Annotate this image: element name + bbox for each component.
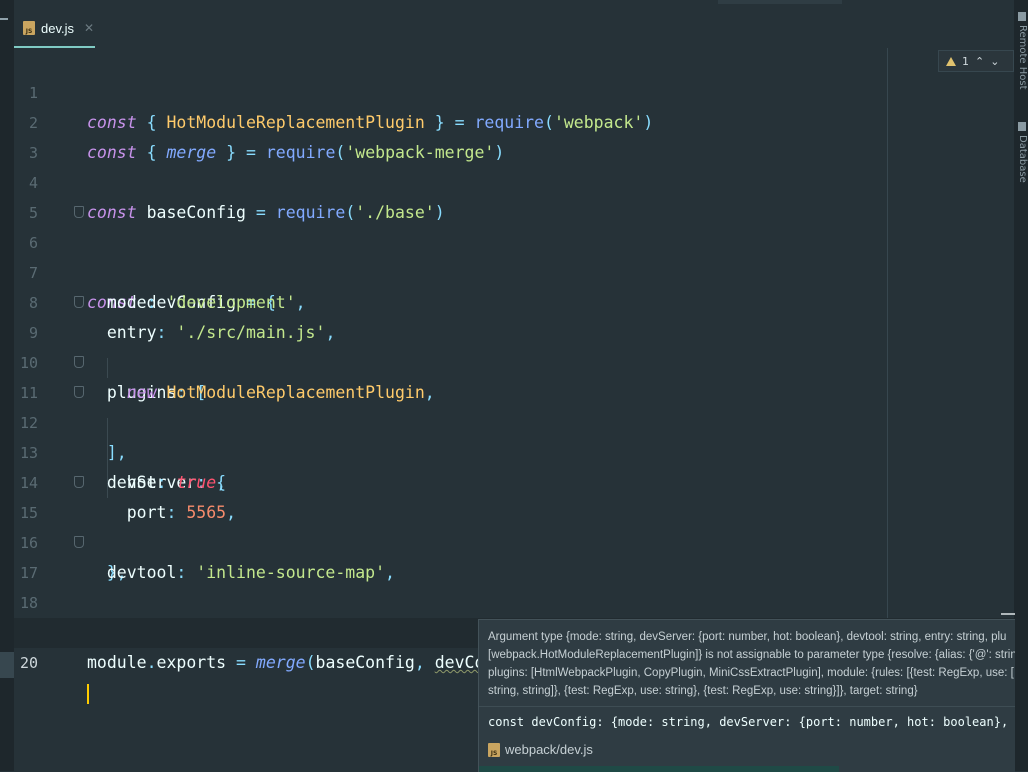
- tooltip-message-line: [webpack.HotModuleReplacementPlugin]} is…: [488, 649, 1015, 661]
- code-line[interactable]: 17 }: [14, 528, 1014, 642]
- remote-host-label: Remote Host: [1017, 25, 1028, 90]
- code-line[interactable]: 4 const baseConfig = require('./base'): [14, 138, 1014, 222]
- warning-count: 1: [962, 54, 969, 68]
- tooltip-file-link[interactable]: JS webpack/dev.js: [488, 742, 593, 757]
- code-text: module.exports = merge(baseConfig, devCo…: [87, 653, 534, 672]
- js-file-icon: JS: [23, 21, 35, 35]
- chevron-up-icon[interactable]: ⌃: [975, 55, 984, 68]
- text-caret: [87, 683, 89, 704]
- code-line[interactable]: 12 devServer: {: [14, 378, 1014, 492]
- inspection-widget[interactable]: 1 ⌃ ⌄: [938, 50, 1014, 72]
- remote-host-tool-button[interactable]: Remote Host: [1014, 12, 1028, 90]
- code-line[interactable]: 13 hot: true,: [14, 408, 1014, 492]
- code-line[interactable]: 1 const { HotModuleReplacementPlugin } =…: [14, 48, 1014, 132]
- strip-selection: [0, 652, 14, 678]
- tooltip-file-path: webpack/dev.js: [505, 742, 593, 757]
- scrollbar-marker: [1001, 613, 1015, 615]
- right-tool-strip: Remote Host Database: [1014, 0, 1028, 771]
- tooltip-divider: [479, 706, 1015, 707]
- code-line[interactable]: 6 const devConfig = {: [14, 198, 1014, 312]
- tab-dev-js[interactable]: JS dev.js ✕: [14, 10, 95, 48]
- line-number: 20: [19, 654, 38, 672]
- tooltip-bottom-bar: [479, 766, 839, 772]
- code-text: [87, 678, 89, 708]
- tooltip-message-line: plugins: [HtmlWebpackPlugin, CopyPlugin,…: [488, 667, 1014, 679]
- remote-host-icon: [1018, 12, 1026, 21]
- code-line[interactable]: 3: [14, 108, 1014, 162]
- type-error-tooltip: Argument type {mode: string, devServer: …: [478, 619, 1015, 772]
- tooltip-message: Argument type {mode: string, devServer: …: [488, 628, 1015, 700]
- tab-bar-decoration: [718, 0, 842, 4]
- code-line[interactable]: 14 port: 5565,: [14, 438, 1014, 522]
- code-line[interactable]: 10 new HotModuleReplacementPlugin,: [14, 318, 1014, 402]
- chevron-down-icon[interactable]: ⌄: [990, 55, 999, 68]
- code-line[interactable]: 18: [14, 558, 1014, 612]
- fold-marker[interactable]: [74, 206, 84, 218]
- database-label: Database: [1017, 135, 1028, 183]
- warning-icon: [946, 56, 956, 66]
- fold-marker[interactable]: [74, 536, 84, 548]
- tab-bar: [14, 0, 1014, 48]
- code-line[interactable]: 7 mode: 'development',: [14, 228, 1014, 312]
- fold-marker[interactable]: [74, 356, 84, 368]
- fold-marker[interactable]: [74, 476, 84, 488]
- fold-marker[interactable]: [74, 296, 84, 308]
- strip-marker: [0, 18, 8, 20]
- tab-label: dev.js: [41, 20, 74, 36]
- database-tool-button[interactable]: Database: [1014, 122, 1028, 183]
- database-icon: [1018, 122, 1026, 131]
- tooltip-message-line: string, string]}, {test: RegExp, use: st…: [488, 685, 918, 697]
- tooltip-message-line: Argument type {mode: string, devServer: …: [488, 631, 1007, 643]
- fold-marker[interactable]: [74, 386, 84, 398]
- code-line[interactable]: 19 module.exports = merge(baseConfig, de…: [14, 588, 1014, 672]
- tooltip-signature: const devConfig: {mode: string, devServe…: [488, 715, 1015, 729]
- close-icon[interactable]: ✕: [84, 21, 94, 35]
- code-line[interactable]: 5: [14, 168, 1014, 222]
- js-file-icon: JS: [488, 742, 500, 757]
- code-line[interactable]: 2 const { merge } = require('webpack-mer…: [14, 78, 1014, 162]
- code-line[interactable]: 9 plugins: [: [14, 288, 1014, 402]
- left-tool-strip: [0, 0, 14, 771]
- code-line[interactable]: 16 devtool: 'inline-source-map',: [14, 498, 1014, 582]
- code-line[interactable]: 8 entry: './src/main.js',: [14, 258, 1014, 342]
- code-line[interactable]: 11 ],: [14, 348, 1014, 462]
- code-line[interactable]: 15 },: [14, 468, 1014, 582]
